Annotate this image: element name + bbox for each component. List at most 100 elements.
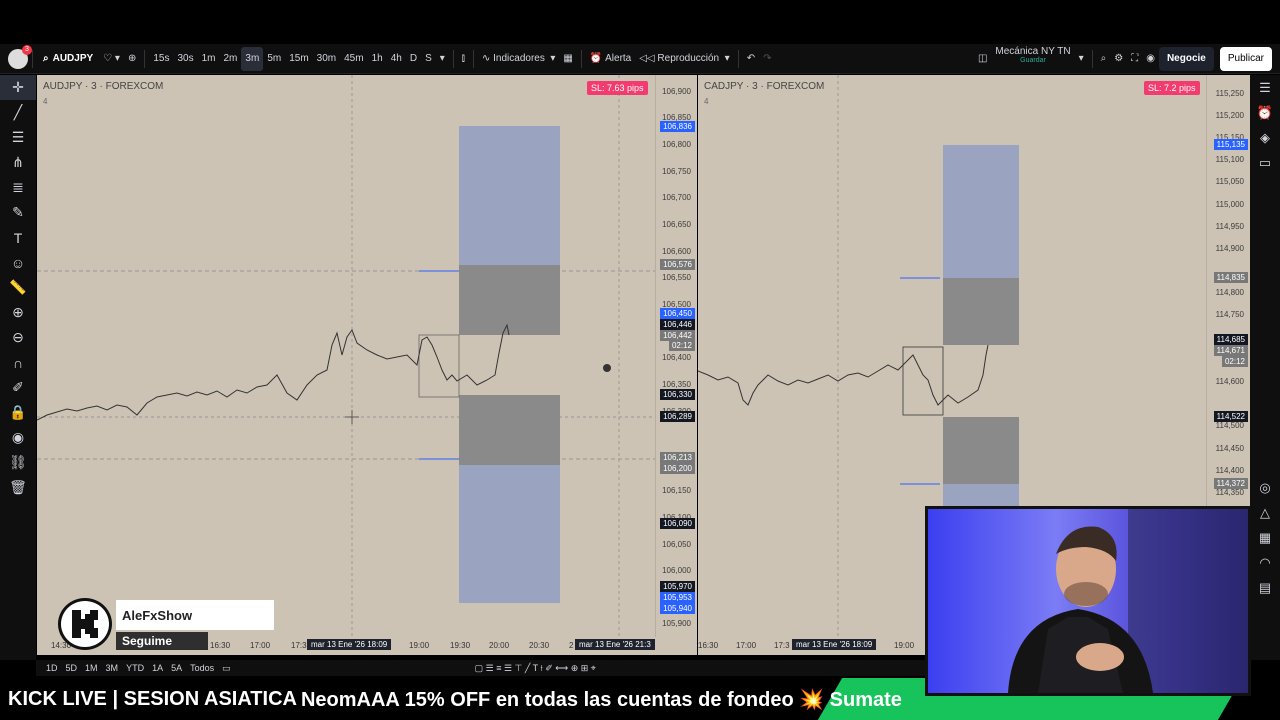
divider bbox=[737, 49, 739, 68]
triangle-icon[interactable]: △ bbox=[1260, 500, 1270, 525]
layers-icon[interactable]: ◈ bbox=[1260, 125, 1270, 150]
interval-1m[interactable]: 1m bbox=[198, 47, 220, 71]
calendar-icon[interactable]: ▦ bbox=[1259, 525, 1271, 550]
zoom-in-icon[interactable]: ⊕ bbox=[0, 300, 36, 325]
range-all[interactable]: Todos bbox=[190, 663, 214, 673]
fib-icon[interactable]: ≣ bbox=[0, 175, 36, 200]
price-label: 114,835 bbox=[1213, 272, 1248, 283]
pitchfork-icon[interactable]: ⋔ bbox=[0, 150, 36, 175]
quick-search-icon[interactable]: ⌕ bbox=[1097, 47, 1111, 71]
replay-button[interactable]: ◁◁ Reproducción ▾ bbox=[635, 47, 733, 71]
camera-icon[interactable]: ◉ bbox=[1142, 47, 1159, 71]
publish-button[interactable]: Publicar bbox=[1219, 46, 1272, 71]
range-1a[interactable]: 1A bbox=[152, 663, 163, 673]
price-label: 02:12 bbox=[1221, 356, 1248, 367]
interval-2m[interactable]: 2m bbox=[220, 47, 242, 71]
chart-title: CADJPY · 3 · FOREXCOM bbox=[704, 81, 825, 92]
horizontal-lines-icon[interactable]: ☰ bbox=[0, 125, 36, 150]
trade-button[interactable]: Negocie bbox=[1158, 46, 1214, 71]
interval-30m[interactable]: 30m bbox=[313, 47, 340, 71]
chart-pane-audjpy[interactable]: AUDJPY · 3 · FOREXCOM 4 SL: 7.63 pips bbox=[37, 75, 655, 637]
interval-1h[interactable]: 1h bbox=[368, 47, 387, 71]
crosshair-icon[interactable]: ✛ bbox=[0, 75, 36, 100]
ruler-icon[interactable]: 📏 bbox=[0, 275, 36, 300]
magnet-icon[interactable]: ∩ bbox=[0, 350, 36, 375]
price-tick: 106,550 bbox=[662, 273, 691, 282]
layout-name-button[interactable]: Mecánica NY TN Guardar bbox=[991, 46, 1074, 71]
layout-saved-status: Guardar bbox=[1020, 56, 1046, 64]
notes-icon[interactable]: ▤ bbox=[1259, 575, 1271, 600]
chart-indicator-count[interactable]: 4 bbox=[43, 97, 47, 106]
target-zone-upper bbox=[459, 126, 560, 265]
trash-icon[interactable]: 🗑 bbox=[0, 475, 36, 500]
settings-icon[interactable]: ⚙ bbox=[1110, 47, 1127, 71]
session-box bbox=[418, 334, 460, 398]
compare-icon[interactable]: ♡ ▾ bbox=[99, 47, 124, 71]
pencil-lock-icon[interactable]: ✐ bbox=[0, 375, 36, 400]
range-ytd[interactable]: YTD bbox=[126, 663, 144, 673]
range-5a[interactable]: 5A bbox=[171, 663, 182, 673]
text-icon[interactable]: T bbox=[0, 225, 36, 250]
price-tick: 106,750 bbox=[662, 167, 691, 176]
risk-zone-upper bbox=[943, 278, 1019, 345]
chart-type-icon[interactable]: ⫾ bbox=[458, 47, 469, 71]
chat-icon[interactable]: ▭ bbox=[1259, 150, 1271, 175]
alerts-icon[interactable]: ⏰ bbox=[1257, 100, 1273, 125]
time-cursor-label: mar 13 Ene '26 18:09 bbox=[307, 639, 392, 650]
range-5d[interactable]: 5D bbox=[66, 663, 78, 673]
undo-icon[interactable]: ↶ bbox=[743, 47, 759, 71]
interval-3m[interactable]: 3m bbox=[241, 46, 264, 71]
kick-channel-name: AleFxShow bbox=[116, 600, 274, 630]
range-1d[interactable]: 1D bbox=[46, 663, 58, 673]
link-icon[interactable]: ⛓ bbox=[0, 450, 36, 475]
line-tool-icon[interactable]: ╱ bbox=[0, 100, 36, 125]
interval-15s[interactable]: 15s bbox=[149, 47, 173, 71]
brush-icon[interactable]: ✎ bbox=[0, 200, 36, 225]
redo-icon[interactable]: ↷ bbox=[759, 47, 775, 71]
chevron-down-icon[interactable]: ▾ bbox=[1075, 47, 1088, 71]
chevron-down-icon[interactable]: ▾ bbox=[436, 47, 449, 71]
drawing-tools-strip[interactable]: ▢ ☰ ≡ ☰ ⊤ ╱ T ⟊ ✐ ⟷ ⊕ ⊞ ⌖ bbox=[475, 663, 596, 674]
price-tick: 106,600 bbox=[662, 247, 691, 256]
range-3m[interactable]: 3M bbox=[106, 663, 119, 673]
layout-grid-icon[interactable]: ▦ bbox=[559, 47, 576, 71]
audjpy-chart-canvas bbox=[37, 75, 655, 637]
emoji-icon[interactable]: ☺ bbox=[0, 250, 36, 275]
price-label: 02:12 bbox=[668, 340, 695, 351]
target-icon[interactable]: ◎ bbox=[1259, 475, 1270, 500]
symbol-label: AUDJPY bbox=[52, 53, 94, 64]
target-zone-upper bbox=[943, 145, 1019, 278]
alert-button[interactable]: ⏰ Alerta bbox=[586, 47, 635, 71]
price-axis-audjpy[interactable]: 106,900 106,850 106,800 106,750 106,700 … bbox=[655, 75, 697, 637]
layout-icon[interactable]: ◫ bbox=[974, 47, 991, 71]
indicators-button[interactable]: ∿ Indicadores ▾ bbox=[478, 47, 559, 71]
user-avatar[interactable]: 3 bbox=[8, 44, 32, 69]
date-range-icon[interactable]: ▭ bbox=[222, 663, 231, 674]
interval-5m[interactable]: 5m bbox=[263, 47, 285, 71]
right-sidebar: ☰ ⏰ ◈ ▭ ◎ △ ▦ ◠ ▤ bbox=[1250, 75, 1280, 660]
interval-4h[interactable]: 4h bbox=[387, 47, 406, 71]
chart-indicator-count[interactable]: 4 bbox=[704, 97, 708, 106]
watchlist-icon[interactable]: ☰ bbox=[1259, 75, 1271, 100]
interval-45m[interactable]: 45m bbox=[340, 47, 367, 71]
kick-follow-widget[interactable]: AleFxShow Seguime bbox=[58, 598, 274, 650]
price-label: 106,836 bbox=[660, 121, 695, 132]
price-tick: 106,400 bbox=[662, 353, 691, 362]
price-tick: 106,900 bbox=[662, 87, 691, 96]
interval-s[interactable]: S bbox=[421, 47, 436, 71]
range-1m[interactable]: 1M bbox=[85, 663, 98, 673]
add-symbol-icon[interactable]: ⊕ bbox=[124, 47, 140, 71]
symbol-search[interactable]: ⌕ AUDJPY bbox=[37, 47, 99, 71]
interval-30s[interactable]: 30s bbox=[173, 47, 197, 71]
price-label: 114,522 bbox=[1213, 411, 1248, 422]
zoom-out-icon[interactable]: ⊖ bbox=[0, 325, 36, 350]
interval-15m[interactable]: 15m bbox=[285, 47, 312, 71]
interval-d[interactable]: D bbox=[406, 47, 421, 71]
lock-icon[interactable]: 🔒 bbox=[0, 400, 36, 425]
price-label: 106,200 bbox=[660, 463, 695, 474]
eye-icon[interactable]: ◉ bbox=[0, 425, 36, 450]
price-tick: 115,050 bbox=[1215, 177, 1244, 186]
podcast-icon[interactable]: ◠ bbox=[1259, 550, 1270, 575]
fullscreen-icon[interactable]: ⛶ bbox=[1127, 47, 1142, 71]
kick-follow-label[interactable]: Seguime bbox=[116, 632, 208, 650]
